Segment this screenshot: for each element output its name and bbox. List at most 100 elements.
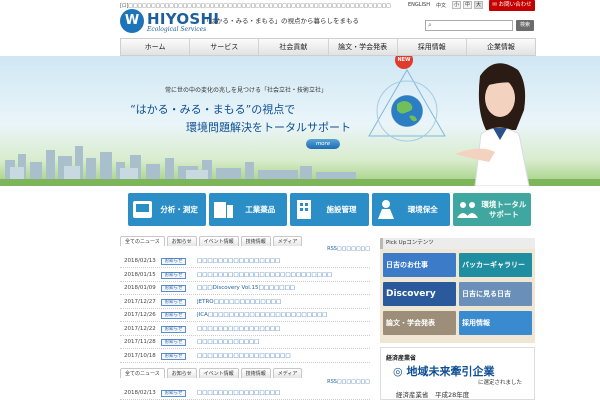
logo-mark-icon: W <box>120 9 144 33</box>
news-row[interactable]: 2018/01/09 お知らせ □□□Discovery Vol.15□□□□□□□ <box>120 282 370 295</box>
news-category-badge: お知らせ <box>161 285 186 292</box>
chinese-link[interactable]: 中文 <box>436 2 446 9</box>
news-date: 2018/02/13 <box>124 258 156 264</box>
font-size-large[interactable]: 大 <box>474 1 483 9</box>
search-icon: ⌕ <box>428 21 432 29</box>
rss-link[interactable]: RSS□□□□□□□ <box>327 246 370 252</box>
news-row[interactable]: 2018/02/13 お知らせ □□□□□□□□□□□□□□□□ <box>120 255 370 268</box>
analysis-icon <box>133 201 152 218</box>
news-title-link[interactable]: □□□□□□□□□□□□□□□□ <box>197 326 280 332</box>
tab-all-news-2[interactable]: 全てのニュース <box>120 368 165 378</box>
news-title-link[interactable]: □□□□□□□□□□□□ <box>197 339 259 345</box>
news-title-link[interactable]: □□□□□□□□□□□□□□□□□□ <box>197 353 291 359</box>
logo-subtitle: Ecological Services <box>147 26 207 33</box>
font-size-medium[interactable]: 中 <box>463 1 472 9</box>
news-title-link[interactable]: □□□□□□□□□□□□□□□□ <box>197 390 280 396</box>
hero-headline-2: 環境問題解決をトータルサポート <box>186 121 351 134</box>
header-notice: [ロ]□□□□□□□□□□□□□□□□□□□□□□□□□□□□□□□□□□□□□… <box>120 3 391 9</box>
contact-button[interactable]: ✉ お問い合わせ <box>489 0 535 11</box>
hero-headline-1: “はかる・みる・まもる”の視点で <box>130 103 296 116</box>
tab-notices[interactable]: お知らせ <box>166 236 197 246</box>
tab-media[interactable]: メディア <box>272 236 303 246</box>
pickup-contents: 日吉のお仕事 バッカーギャラリー Discovery 日吉に見る日吉 論文・学会… <box>380 249 535 343</box>
category-label: 環境保全 <box>407 204 438 214</box>
meti-year: 経済産業省 平成28年度 <box>396 391 470 399</box>
font-size-small[interactable]: 小 <box>452 1 461 9</box>
nav-services[interactable]: サービス <box>190 39 260 55</box>
hero-catch-small: 常に世の中の変化の兆しを見つける「社会立社・技術立社」 <box>165 87 328 94</box>
category-total-support[interactable]: 環境トータル サポート <box>452 193 532 226</box>
news-tabs-2: 全てのニュース お知らせ イベント情報 技術情報 メディア <box>120 368 370 378</box>
news-row[interactable]: 2018/02/13 お知らせ □□□□□□□□□□□□□□□□ <box>120 387 370 400</box>
news-title-link[interactable]: □□□□□□□□□□□□□□□□ <box>197 258 280 264</box>
news-category-badge: お知らせ <box>161 325 186 333</box>
news-title-link[interactable]: □□□Discovery Vol.15□□□□□□□ <box>197 285 295 291</box>
nav-papers[interactable]: 論文・学会発表 <box>329 39 398 55</box>
tab-media-2[interactable]: メディア <box>272 368 303 378</box>
category-chemicals[interactable]: 工業薬品 <box>209 193 288 226</box>
nav-csr[interactable]: 社会貢献 <box>259 39 329 55</box>
news-row[interactable]: 2017/11/28 お知らせ □□□□□□□□□□□□ <box>120 336 370 349</box>
nav-company[interactable]: 企業情報 <box>467 39 535 55</box>
banner-hiyoshi[interactable]: 日吉に見る日吉 <box>459 282 532 306</box>
banner-label: バッカーギャラリー <box>462 261 525 269</box>
banner-label: 論文・学会発表 <box>386 319 435 327</box>
news-date: 2017/12/22 <box>124 325 156 332</box>
news-title-link[interactable]: □□□□□□□□□□□□□□□□□□□□□□□□□□ <box>197 272 332 278</box>
news-title-link[interactable]: JICA□□□□□□□□□□□□□□□□□□□□□□□ <box>197 312 327 318</box>
nav-recruit[interactable]: 採用情報 <box>398 39 467 55</box>
news-date: 2017/12/27 <box>124 298 156 305</box>
category-label: 施設管理 <box>326 204 357 214</box>
meti-ministry: 経済産業省 <box>386 355 417 362</box>
search-input[interactable] <box>425 20 513 31</box>
banner-recruit[interactable]: 採用情報 <box>459 311 532 335</box>
banner-label: 日吉に見る日吉 <box>462 290 511 298</box>
news-row[interactable]: 2017/12/22 お知らせ □□□□□□□□□□□□□□□□ <box>120 323 370 336</box>
header-tagline: 「はかる・みる・まもる」の視点から暮らしをまもる <box>203 17 359 25</box>
category-facility[interactable]: 施設管理 <box>290 193 369 226</box>
tab-events[interactable]: イベント情報 <box>198 236 239 246</box>
news-row[interactable]: 2017/12/27 お知らせ JETRO□□□□□□□□□□□□□ <box>120 296 370 309</box>
category-label: 工業薬品 <box>245 204 276 214</box>
news-row[interactable]: 2017/12/26 お知らせ JICA□□□□□□□□□□□□□□□□□□□□□□… <box>120 309 370 322</box>
english-link[interactable]: ENGLISH <box>408 2 430 8</box>
hero-more-button[interactable]: more <box>306 139 340 149</box>
meti-title-text: 地域未来牽引企業 <box>406 365 495 378</box>
news-title-link[interactable]: JETRO□□□□□□□□□□□□□ <box>197 299 281 305</box>
banner-work[interactable]: 日吉のお仕事 <box>383 253 456 277</box>
news-category-badge: お知らせ <box>161 339 186 346</box>
service-categories: 分析・測定 工業薬品 施設管理 環境保全 環境トータル サポート <box>128 193 532 226</box>
category-label: 分析・測定 <box>160 204 198 214</box>
worker-icon <box>377 200 394 219</box>
news-row[interactable]: 2018/01/15 お知らせ □□□□□□□□□□□□□□□□□□□□□□□□□□ <box>120 269 370 282</box>
tab-events-2[interactable]: イベント情報 <box>198 368 239 378</box>
banner-gallery[interactable]: バッカーギャラリー <box>459 253 532 277</box>
news-date: 2018/01/09 <box>124 285 156 291</box>
banner-discovery[interactable]: Discovery <box>383 282 456 306</box>
news-date: 2017/12/26 <box>124 312 156 318</box>
contact-label: お問い合わせ <box>498 2 532 8</box>
rss-link-2[interactable]: RSS□□□□□□□ <box>327 379 370 385</box>
people-icon <box>456 202 478 218</box>
category-conservation[interactable]: 環境保全 <box>371 193 450 226</box>
news-date: 2017/11/28 <box>124 339 156 345</box>
news-category-badge: お知らせ <box>161 312 186 319</box>
meti-award-banner[interactable]: 経済産業省 ◎ 地域未来牽引企業 に選定されました 経済産業省 平成28年度 <box>380 347 535 400</box>
banner-papers[interactable]: 論文・学会発表 <box>383 311 456 335</box>
tab-tech[interactable]: 技術情報 <box>240 236 271 246</box>
news-category-badge: お知らせ <box>161 298 186 306</box>
global-nav: ホーム サービス 社会貢献 論文・学会発表 採用情報 企業情報 <box>120 38 536 56</box>
student-photo <box>455 63 530 186</box>
tab-tech-2[interactable]: 技術情報 <box>240 368 271 378</box>
tab-notices-2[interactable]: お知らせ <box>166 368 197 378</box>
chemical-icon <box>214 202 234 218</box>
news-category-badge: お知らせ <box>161 352 186 360</box>
hero-banner: 常に世の中の変化の兆しを見つける「社会立社・技術立社」 “はかる・みる・まもる”… <box>0 56 600 186</box>
news-row[interactable]: 2017/10/18 お知らせ □□□□□□□□□□□□□□□□□□ <box>120 350 370 363</box>
category-analysis[interactable]: 分析・測定 <box>128 193 207 226</box>
tab-all-news[interactable]: 全てのニュース <box>120 236 165 246</box>
page: [ロ]□□□□□□□□□□□□□□□□□□□□□□□□□□□□□□□□□□□□□… <box>0 0 600 400</box>
nav-home[interactable]: ホーム <box>121 39 191 55</box>
pickup-heading: Pick Upコンテンツ <box>380 238 535 249</box>
search-button[interactable]: 検索 <box>516 20 534 31</box>
